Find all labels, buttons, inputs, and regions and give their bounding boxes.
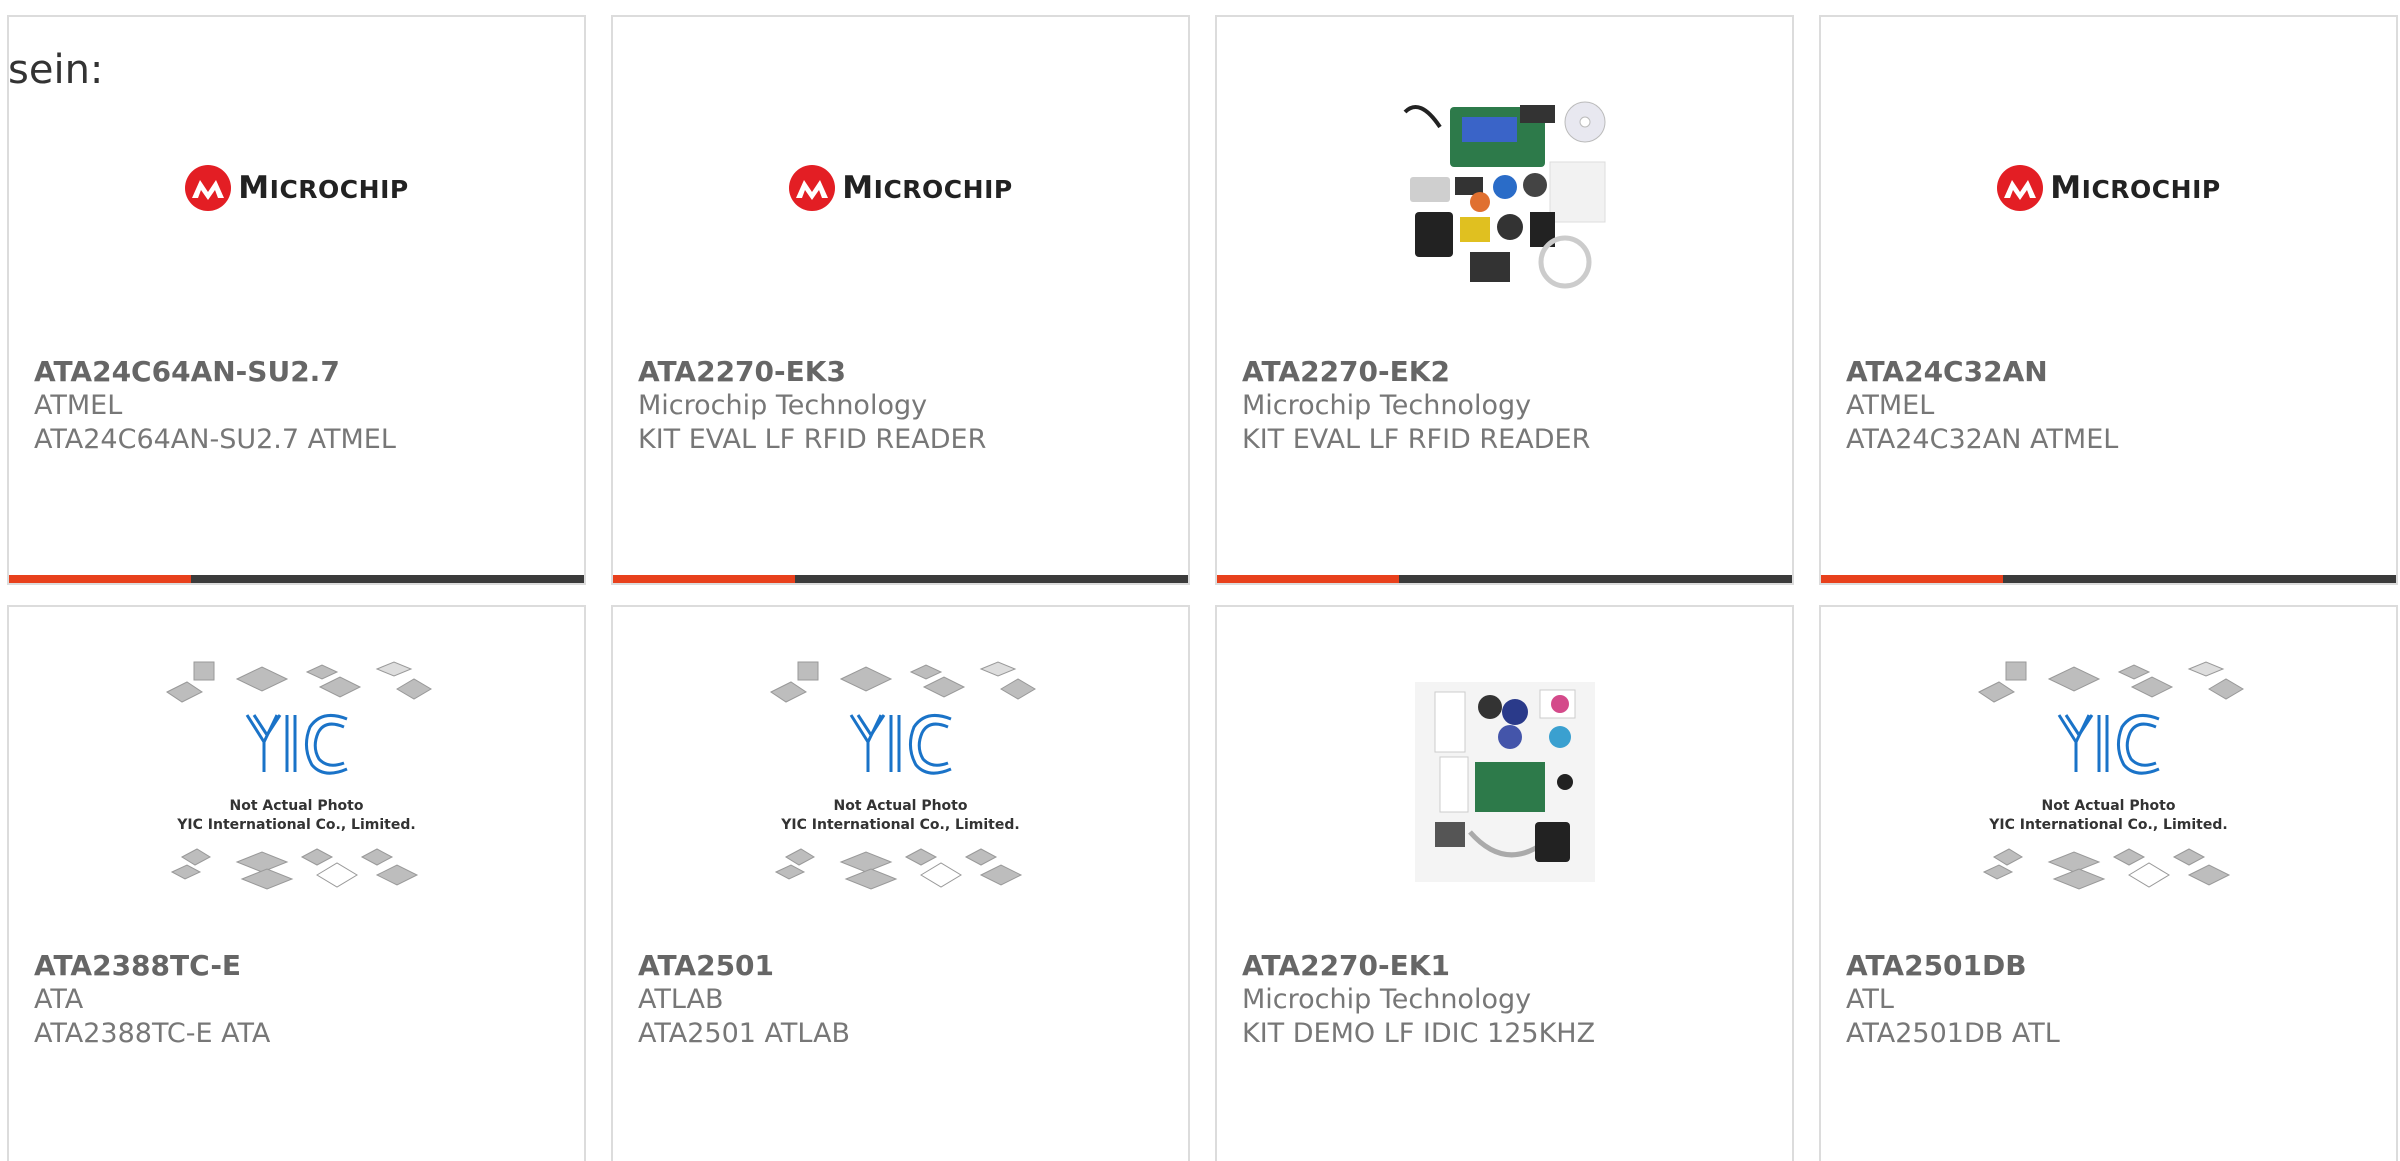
- manufacturer: ATMEL: [1846, 390, 1935, 421]
- chip-packages-icon: [769, 661, 1036, 890]
- part-number[interactable]: ATA2501DB: [1846, 949, 2376, 983]
- placeholder-caption: Not Actual Photo YIC International Co., …: [177, 798, 416, 833]
- microchip-logo: MICROCHIP: [184, 164, 408, 212]
- product-image[interactable]: Not Actual Photo YIC International Co., …: [9, 647, 584, 917]
- placeholder-caption: Not Actual Photo YIC International Co., …: [1989, 798, 2228, 833]
- manufacturer: ATLAB: [638, 984, 724, 1015]
- microchip-logo-icon: [1997, 165, 2044, 211]
- kit-photo: [1399, 87, 1610, 297]
- description: KIT EVAL LF RFID READER: [1242, 424, 1591, 455]
- product-card[interactable]: Not Actual Photo YIC International Co., …: [7, 605, 586, 1161]
- microchip-logo-icon: [185, 165, 232, 211]
- manufacturer: ATMEL: [34, 390, 123, 421]
- card-bottom-bar: [1217, 575, 1792, 583]
- card-accent-bar: [1821, 575, 2003, 583]
- part-number[interactable]: ATA2501: [638, 949, 1168, 983]
- microchip-wordmark: MICROCHIP: [2050, 170, 2221, 206]
- placeholder-caption: Not Actual Photo YIC International Co., …: [781, 798, 1020, 833]
- description: ATA2388TC-E ATA: [34, 1018, 271, 1049]
- part-number[interactable]: ATA2270-EK2: [1242, 355, 1772, 389]
- product-card[interactable]: Not Actual Photo YIC International Co., …: [611, 605, 1190, 1161]
- not-actual-photo-placeholder: Not Actual Photo YIC International Co., …: [766, 657, 1036, 907]
- card-bottom-bar: [613, 575, 1188, 583]
- description: ATA2501DB ATL: [1846, 1018, 2060, 1049]
- kit-photo: [1414, 682, 1595, 882]
- product-image[interactable]: Not Actual Photo YIC International Co., …: [1821, 647, 2396, 917]
- chip-packages-icon: [1977, 661, 2244, 890]
- part-number[interactable]: ATA2270-EK1: [1242, 949, 1772, 983]
- product-card[interactable]: MICROCHIP ATA2270-EK3 Microchip Technolo…: [611, 15, 1190, 585]
- card-bottom-bar: [9, 575, 584, 583]
- manufacturer: Microchip Technology: [638, 390, 928, 421]
- part-number[interactable]: ATA2270-EK3: [638, 355, 1168, 389]
- card-bottom-bar: [1821, 575, 2396, 583]
- product-image[interactable]: MICROCHIP: [613, 57, 1188, 327]
- product-card[interactable]: Not Actual Photo YIC International Co., …: [1819, 605, 2398, 1161]
- description: KIT DEMO LF IDIC 125KHZ: [1242, 1018, 1596, 1049]
- intro-text: sein:: [8, 47, 104, 93]
- microchip-wordmark: MICROCHIP: [238, 170, 409, 206]
- product-card[interactable]: MICROCHIP ATA24C32AN ATMEL ATA24C32AN AT…: [1819, 15, 2398, 585]
- manufacturer: ATL: [1846, 984, 1894, 1015]
- card-accent-bar: [9, 575, 191, 583]
- description: ATA24C32AN ATMEL: [1846, 424, 2119, 455]
- product-card[interactable]: MICROCHIP ATA24C64AN-SU2.7 ATMEL ATA24C6…: [7, 15, 586, 585]
- manufacturer: ATA: [34, 984, 84, 1015]
- product-card[interactable]: ATA2270-EK1 Microchip Technology KIT DEM…: [1215, 605, 1794, 1161]
- product-image[interactable]: [1217, 57, 1792, 327]
- card-accent-bar: [1217, 575, 1399, 583]
- product-card[interactable]: ATA2270-EK2 Microchip Technology KIT EVA…: [1215, 15, 1794, 585]
- product-image[interactable]: MICROCHIP: [9, 57, 584, 327]
- product-image[interactable]: [1217, 647, 1792, 917]
- not-actual-photo-placeholder: Not Actual Photo YIC International Co., …: [1974, 657, 2244, 907]
- part-number[interactable]: ATA24C64AN-SU2.7: [34, 355, 564, 389]
- microchip-wordmark: MICROCHIP: [842, 170, 1013, 206]
- product-grid: MICROCHIP ATA24C64AN-SU2.7 ATMEL ATA24C6…: [0, 0, 2400, 1161]
- microchip-logo: MICROCHIP: [1996, 164, 2220, 212]
- manufacturer: Microchip Technology: [1242, 984, 1532, 1015]
- microchip-logo: MICROCHIP: [788, 164, 1012, 212]
- description: ATA2501 ATLAB: [638, 1018, 851, 1049]
- manufacturer: Microchip Technology: [1242, 390, 1532, 421]
- product-image[interactable]: Not Actual Photo YIC International Co., …: [613, 647, 1188, 917]
- chip-packages-icon: [165, 661, 432, 890]
- part-number[interactable]: ATA24C32AN: [1846, 355, 2376, 389]
- description: KIT EVAL LF RFID READER: [638, 424, 987, 455]
- not-actual-photo-placeholder: Not Actual Photo YIC International Co., …: [162, 657, 432, 907]
- card-accent-bar: [613, 575, 795, 583]
- product-image[interactable]: MICROCHIP: [1821, 57, 2396, 327]
- description: ATA24C64AN-SU2.7 ATMEL: [34, 424, 396, 455]
- part-number[interactable]: ATA2388TC-E: [34, 949, 564, 983]
- microchip-logo-icon: [789, 165, 836, 211]
